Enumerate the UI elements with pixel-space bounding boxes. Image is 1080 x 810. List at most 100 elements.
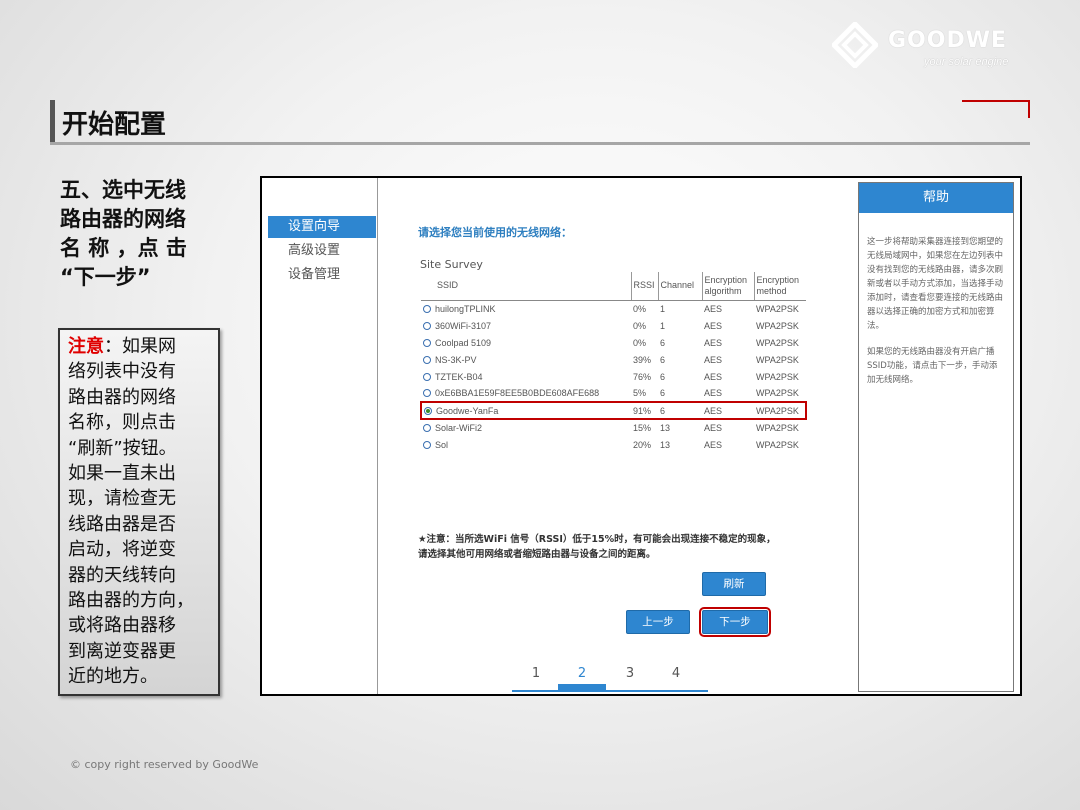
title-divider bbox=[50, 142, 1030, 145]
page-number-3[interactable]: 3 bbox=[606, 666, 654, 681]
ssid-cell[interactable]: Coolpad 5109 bbox=[421, 334, 631, 351]
help-panel: 帮助 这一步将帮助采集器连接到您期望的无线局域网中，如果您在左边列表中没有找到您… bbox=[858, 182, 1014, 692]
column-header-ssid: SSID bbox=[421, 272, 632, 301]
rssi-cell: 91% bbox=[631, 401, 658, 420]
network-radio-button[interactable] bbox=[424, 406, 432, 415]
note-line: 如果一直未出 bbox=[68, 463, 176, 485]
table-row[interactable]: huilongTPLINK 0% 1 AES WPA2PSK bbox=[421, 300, 806, 317]
note-line: 到离逆变器更 bbox=[68, 640, 176, 662]
ssid-cell[interactable]: 0xE6BBA1E59F8EE5B0BDE608AFE688 bbox=[421, 385, 631, 402]
ssid-label: 0xE6BBA1E59F8EE5B0BDE608AFE688 bbox=[435, 388, 600, 398]
network-select-prompt: 请选择您当前使用的无线网络： bbox=[418, 226, 572, 239]
ssid-label: huilongTPLINK bbox=[435, 303, 496, 314]
note-line: 路由器的网络 bbox=[68, 386, 176, 408]
wizard-main: 请选择您当前使用的无线网络： Site Survey SSID RSSI Cha… bbox=[378, 178, 846, 694]
rssi-cell: 0% bbox=[633, 303, 647, 314]
red-corner-mark bbox=[962, 100, 1030, 118]
channel-cell: 13 bbox=[660, 439, 671, 450]
encryption-algorithm-cell: AES bbox=[702, 401, 754, 420]
network-radio-button[interactable] bbox=[423, 389, 431, 397]
table-row[interactable]: 0xE6BBA1E59F8EE5B0BDE608AFE688 5% 6 AES WPA2… bbox=[421, 385, 806, 402]
note-line: 近的地方。 bbox=[68, 666, 158, 688]
network-radio-button[interactable] bbox=[423, 304, 431, 313]
network-radio-button[interactable] bbox=[423, 372, 431, 381]
goodwe-logo: GOODWE your solar engine bbox=[832, 22, 1032, 72]
ssid-label: Coolpad 5109 bbox=[435, 337, 492, 348]
note-line: 路由器的方向， bbox=[68, 590, 194, 612]
warning-line: ★注意：当所选WiFi 信号（RSSI）低于15%时，有可能会出现连接不稳定的现… bbox=[418, 534, 776, 545]
page-number-1[interactable]: 1 bbox=[512, 666, 560, 681]
encryption-method-cell: WPA2PSK bbox=[756, 388, 799, 398]
channel-cell: 6 bbox=[660, 371, 666, 382]
ssid-label: Goodwe-YanFa bbox=[436, 405, 499, 416]
next-step-button[interactable]: 下一步 bbox=[699, 607, 771, 637]
rssi-cell: 5% bbox=[633, 388, 647, 398]
encryption-algorithm-cell: AES bbox=[704, 303, 723, 314]
network-radio-button[interactable] bbox=[423, 338, 431, 347]
nav-item-setup-wizard[interactable]: 设置向导 bbox=[268, 216, 376, 238]
refresh-button[interactable]: 刷新 bbox=[702, 572, 766, 596]
encryption-algorithm-cell: AES bbox=[704, 354, 723, 365]
ssid-cell[interactable]: 360WiFi-3107 bbox=[421, 317, 631, 334]
nav-item-advanced-settings[interactable]: 高级设置 bbox=[268, 240, 376, 262]
table-row[interactable]: Sol 20% 13 AES WPA2PSK bbox=[421, 436, 806, 453]
help-body: 这一步将帮助采集器连接到您期望的无线局域网中，如果您在左边列表中没有找到您的无线… bbox=[859, 213, 1013, 387]
rssi-cell: 0% bbox=[633, 320, 647, 331]
note-line: 络列表中没有 bbox=[68, 361, 176, 383]
network-radio-button[interactable] bbox=[423, 440, 431, 449]
site-survey-title: Site Survey bbox=[420, 258, 483, 271]
encryption-method-cell: WPA2PSK bbox=[756, 371, 799, 382]
encryption-method-cell: WPA2PSK bbox=[756, 439, 799, 450]
rssi-warning: ★注意：当所选WiFi 信号（RSSI）低于15%时，有可能会出现连接不稳定的现… bbox=[418, 532, 818, 562]
config-ui-screenshot: 设置向导 高级设置 设备管理 请选择您当前使用的无线网络： Site Surve… bbox=[260, 176, 1022, 696]
side-nav: 设置向导 高级设置 设备管理 bbox=[262, 178, 378, 694]
table-row[interactable]: 360WiFi-3107 0% 1 AES WPA2PSK bbox=[421, 317, 806, 334]
page-number-2[interactable]: 2 bbox=[558, 666, 606, 692]
note-line: 注意：如果网 bbox=[68, 334, 210, 359]
network-radio-button[interactable] bbox=[423, 355, 431, 364]
column-header-channel: Channel bbox=[658, 272, 703, 301]
table-row[interactable]: Solar-WiFi2 15% 13 AES WPA2PSK bbox=[421, 419, 806, 436]
table-row[interactable]: TZTEK-B04 76% 6 AES WPA2PSK bbox=[421, 368, 806, 385]
table-row[interactable]: Goodwe-YanFa 91% 6 AES WPA2PSK bbox=[420, 401, 807, 420]
wizard-step-pager: 1 2 3 4 bbox=[512, 662, 708, 692]
encryption-method-cell: WPA2PSK bbox=[756, 354, 799, 365]
help-title: 帮助 bbox=[859, 183, 1013, 213]
previous-step-button[interactable]: 上一步 bbox=[626, 610, 690, 634]
encryption-algorithm-cell: AES bbox=[704, 423, 723, 433]
rssi-cell: 0% bbox=[633, 337, 647, 348]
ssid-cell[interactable]: NS-3K-PV bbox=[421, 351, 631, 368]
help-paragraph: 如果您的无线路由器没有开启广播SSID功能，请点击下一步，手动添加无线网络。 bbox=[867, 347, 998, 385]
encryption-method-cell: WPA2PSK bbox=[756, 423, 799, 433]
goodwe-diamond-icon bbox=[832, 22, 878, 68]
network-radio-button[interactable] bbox=[423, 321, 431, 330]
table-row[interactable]: NS-3K-PV 39% 6 AES WPA2PSK bbox=[421, 351, 806, 368]
note-line: 器的天线转向 bbox=[68, 564, 176, 586]
channel-cell: 6 bbox=[660, 337, 666, 348]
ssid-cell[interactable]: Goodwe-YanFa bbox=[420, 401, 631, 420]
network-radio-button[interactable] bbox=[423, 424, 431, 432]
encryption-method-cell: WPA2PSK bbox=[756, 320, 799, 331]
note-line: “刷新”按钮。 bbox=[68, 437, 177, 459]
encryption-algorithm-cell: AES bbox=[704, 337, 723, 348]
note-box: 注意：如果网 络列表中没有 路由器的网络 名称，则点击 “刷新”按钮。 如果一直… bbox=[58, 328, 220, 696]
channel-cell: 6 bbox=[660, 354, 666, 365]
nav-item-device-management[interactable]: 设备管理 bbox=[268, 264, 376, 286]
column-header-encryption-algorithm: Encryption algorithm bbox=[702, 272, 755, 301]
ssid-cell[interactable]: huilongTPLINK bbox=[421, 300, 631, 317]
page-number-4[interactable]: 4 bbox=[652, 666, 700, 681]
ssid-label: NS-3K-PV bbox=[435, 354, 477, 365]
logo-brand: GOODWE bbox=[888, 28, 1008, 53]
table-row[interactable]: Coolpad 5109 0% 6 AES WPA2PSK bbox=[421, 334, 806, 351]
rssi-cell: 76% bbox=[633, 371, 652, 382]
site-survey-table: SSID RSSI Channel Encryption algorithm E… bbox=[420, 272, 807, 453]
ssid-cell[interactable]: Solar-WiFi2 bbox=[421, 419, 631, 436]
copyright-notice: © copy right reserved by GoodWe bbox=[70, 758, 259, 771]
note-line: 或将路由器移 bbox=[68, 615, 176, 637]
ssid-cell[interactable]: Sol bbox=[421, 436, 631, 453]
note-line: 线路由器是否 bbox=[68, 513, 176, 535]
ssid-label: TZTEK-B04 bbox=[435, 371, 483, 382]
page-title: 开始配置 bbox=[62, 110, 167, 140]
ssid-cell[interactable]: TZTEK-B04 bbox=[421, 368, 631, 385]
note-label: 注意 bbox=[68, 336, 104, 357]
